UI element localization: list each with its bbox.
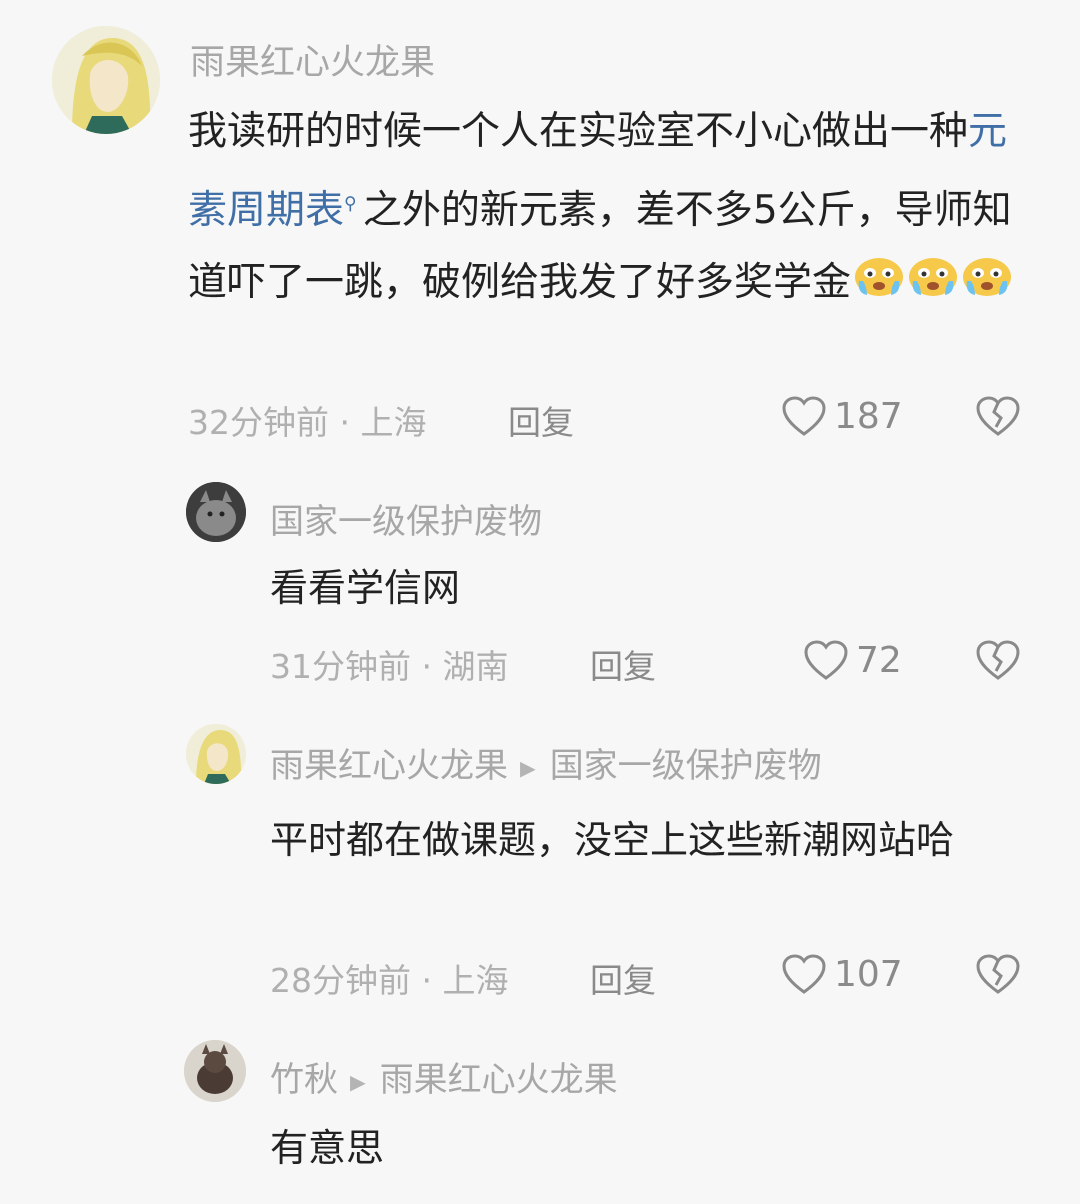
reply-arrow-icon: ▶ [520,755,536,780]
like-count: 187 [834,395,903,437]
dislike-button[interactable] [974,952,1022,1000]
avatar[interactable] [52,26,160,134]
comment-1: 雨果红心火龙果 我读研的时候一个人在实验室不小心做出一种元素周期表⚲ 之外的新元素… [0,0,1080,470]
like-button[interactable]: 72 [802,638,902,682]
dislike-button[interactable] [974,394,1022,442]
broken-heart-icon [976,954,1020,994]
avatar-image [186,482,246,542]
reply-button[interactable]: 回复 [590,954,656,1002]
comment-text: 看看学信网 [270,566,461,610]
search-icon[interactable]: ⚲ [344,168,357,240]
comment-text: 我读研的时候一个人在实验室不小心做出一种元素周期表⚲ 之外的新元素，差不多5公斤，… [188,96,1028,321]
broken-heart-icon [976,396,1020,436]
username[interactable]: 国家一级保护废物 [270,494,542,543]
timestamp: 31分钟前 [270,647,411,686]
location: 上海 [442,961,509,1000]
meta-separator: · [411,961,443,1000]
avatar-image [186,724,246,784]
meta-separator: · [411,647,443,686]
like-count: 72 [856,639,902,681]
like-button[interactable]: 187 [780,394,903,438]
reply-comment-2: 雨果红心火龙果 ▶ 国家一级保护废物 平时都在做课题，没空上这些新潮网站哈 28分钟… [0,710,1080,1030]
dislike-button[interactable] [974,638,1022,686]
heart-outline-icon [782,954,826,994]
avatar[interactable] [186,724,246,784]
reply-to-username[interactable]: 国家一级保护废物 [550,746,822,786]
username-thread: 竹秋 ▶ 雨果红心火龙果 [270,1052,618,1101]
comment-meta: 31分钟前 · 湖南 [270,640,508,688]
like-button[interactable]: 107 [780,952,903,996]
heart-outline-icon [782,396,826,436]
username[interactable]: 雨果红心火龙果 [190,34,435,85]
timestamp: 32分钟前 [188,403,329,442]
crying-emoji [853,249,905,321]
comment-text-pre: 我读研的时候一个人在实验室不小心做出一种 [188,109,969,154]
broken-heart-icon [976,640,1020,680]
comment-text: 有意思 [270,1126,385,1170]
crying-emoji [907,249,959,321]
reply-button[interactable]: 回复 [508,396,574,444]
timestamp: 28分钟前 [270,961,411,1000]
like-count: 107 [834,953,903,995]
reply-arrow-icon: ▶ [350,1069,366,1094]
avatar[interactable] [184,1040,246,1102]
username[interactable]: 雨果红心火龙果 [270,746,508,786]
avatar[interactable] [186,482,246,542]
reply-to-username[interactable]: 雨果红心火龙果 [380,1060,618,1100]
comment-text: 平时都在做课题，没空上这些新潮网站哈 [270,818,955,862]
heart-outline-icon [804,640,848,680]
crying-emoji [961,249,1013,321]
reply-comment-1: 国家一级保护废物 看看学信网 31分钟前 · 湖南 回复 72 [0,470,1080,710]
location: 上海 [360,403,427,442]
username[interactable]: 竹秋 [270,1060,338,1100]
location: 湖南 [442,647,509,686]
comment-meta: 28分钟前 · 上海 [270,954,508,1002]
avatar-image [184,1040,246,1102]
username-thread: 雨果红心火龙果 ▶ 国家一级保护废物 [270,738,822,787]
reply-comment-3: 竹秋 ▶ 雨果红心火龙果 有意思 [0,1030,1080,1204]
comment-meta: 32分钟前 · 上海 [188,396,426,444]
avatar-image [52,26,160,134]
meta-separator: · [329,403,361,442]
reply-button[interactable]: 回复 [590,640,656,688]
